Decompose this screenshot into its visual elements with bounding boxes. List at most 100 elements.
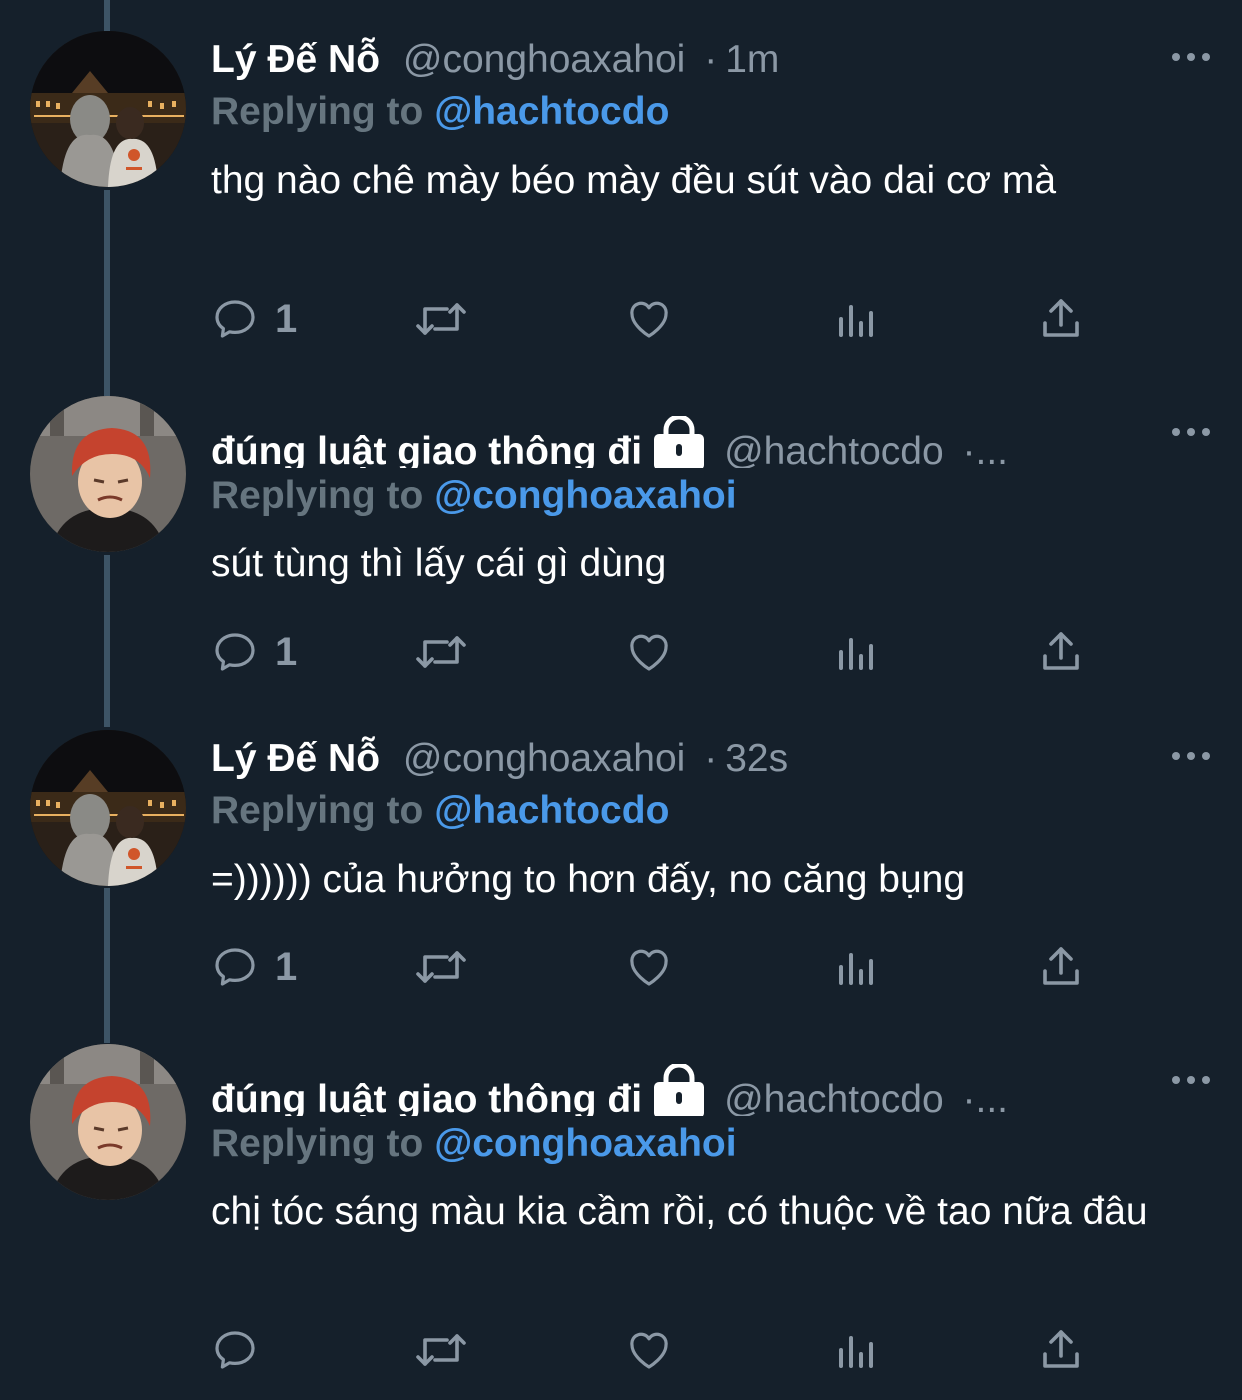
night-street-two-people-avatar-icon <box>30 31 186 187</box>
tweet[interactable]: Lý Đế Nỗ @conghoaxahoi · 1m Replying to @… <box>0 0 1242 380</box>
reply-icon <box>215 948 255 986</box>
tweet-actions: 1 <box>211 293 1091 345</box>
replying-to-mention[interactable]: @hachtocdo <box>434 90 669 133</box>
retweet-button[interactable] <box>413 293 469 345</box>
reply-icon <box>215 1331 255 1369</box>
share-button[interactable] <box>1037 941 1085 993</box>
separator-dot: · <box>704 737 718 780</box>
tweet-text: thg nào chê mày béo mày đều sút vào dai … <box>211 159 1057 202</box>
tweet-thread: Lý Đế Nỗ @conghoaxahoi · 1m Replying to @… <box>0 0 1242 1400</box>
replying-to-mention[interactable]: @conghoaxahoi <box>434 1122 736 1165</box>
replying-to-mention[interactable]: @hachtocdo <box>434 789 669 832</box>
replying-to-line: Replying to @conghoaxahoi <box>211 470 737 522</box>
replying-to-line: Replying to @conghoaxahoi <box>211 1118 737 1170</box>
heart-icon <box>630 1332 668 1369</box>
analytics-icon <box>839 953 873 985</box>
retweet-icon <box>416 636 466 668</box>
author-handle[interactable]: @hachtocdo <box>724 1078 944 1116</box>
replying-to-mention[interactable]: @conghoaxahoi <box>434 474 736 517</box>
heart-icon <box>630 301 668 338</box>
avatar[interactable] <box>30 31 186 187</box>
reply-count: 1 <box>275 944 298 989</box>
retweet-button[interactable] <box>413 941 469 993</box>
analytics-button[interactable] <box>833 941 881 993</box>
share-icon <box>1043 1330 1079 1368</box>
reply-count: 1 <box>275 296 298 341</box>
share-button[interactable] <box>1037 1324 1085 1376</box>
replying-to-prefix: Replying to <box>211 474 424 517</box>
author-name[interactable]: đúng luật giao thông đi <box>211 1078 642 1116</box>
tweet-header: Lý Đế Nỗ @conghoaxahoi · 1m <box>211 34 1122 86</box>
avatar[interactable] <box>30 1044 186 1200</box>
heart-icon <box>630 634 668 671</box>
author-name[interactable]: Lý Đế Nỗ <box>211 737 380 780</box>
timestamp[interactable]: 1m <box>725 38 779 81</box>
reply-button[interactable]: 1 <box>211 626 297 678</box>
analytics-button[interactable] <box>833 293 881 345</box>
replying-to-prefix: Replying to <box>211 1122 424 1165</box>
like-button[interactable] <box>625 626 673 678</box>
reply-button[interactable] <box>211 1324 275 1376</box>
heart-icon <box>630 949 668 986</box>
night-street-two-people-avatar-icon <box>30 730 186 886</box>
tweet-actions: 1 <box>211 626 1091 678</box>
share-icon <box>1043 299 1079 337</box>
analytics-button[interactable] <box>833 626 881 678</box>
share-icon <box>1043 632 1079 670</box>
analytics-button[interactable] <box>833 1324 881 1376</box>
like-button[interactable] <box>625 941 673 993</box>
red-hair-person-avatar-icon <box>30 1044 186 1200</box>
replying-to-line: Replying to @hachtocdo <box>211 785 669 837</box>
share-icon <box>1043 947 1079 985</box>
more-options-icon[interactable] <box>1170 744 1212 768</box>
tweet-text: chị tóc sáng màu kia cầm rồi, có thuộc v… <box>211 1190 1148 1233</box>
author-handle[interactable]: @conghoaxahoi <box>403 737 685 780</box>
more-options-icon[interactable] <box>1170 45 1212 69</box>
timestamp[interactable]: 32s <box>725 737 788 780</box>
share-button[interactable] <box>1037 626 1085 678</box>
retweet-icon <box>416 951 466 983</box>
tweet-text: =)))))) của hưởng to hơn đấy, no căng bụ… <box>211 858 966 901</box>
retweet-button[interactable] <box>413 626 469 678</box>
separator-dot: ·... <box>962 1078 1009 1116</box>
author-name[interactable]: Lý Đế Nỗ <box>211 38 380 81</box>
author-handle[interactable]: @hachtocdo <box>724 430 944 468</box>
retweet-icon <box>416 303 466 335</box>
reply-button[interactable]: 1 <box>211 293 297 345</box>
tweet[interactable]: đúng luật giao thông đi @hachtocdo ·... R… <box>0 1040 1242 1400</box>
reply-icon <box>215 300 255 338</box>
tweet[interactable]: Lý Đế Nỗ @conghoaxahoi · 32s Replying to … <box>0 710 1242 1040</box>
separator-dot: ·... <box>962 430 1009 468</box>
avatar[interactable] <box>30 396 186 552</box>
reply-button[interactable]: 1 <box>211 941 297 993</box>
replying-to-line: Replying to @hachtocdo <box>211 86 669 138</box>
tweet[interactable]: đúng luật giao thông đi @hachtocdo ·... R… <box>0 380 1242 710</box>
replying-to-prefix: Replying to <box>211 90 424 133</box>
more-options-icon[interactable] <box>1170 420 1212 444</box>
retweet-button[interactable] <box>413 1324 469 1376</box>
avatar[interactable] <box>30 730 186 886</box>
more-options-icon[interactable] <box>1170 1068 1212 1092</box>
like-button[interactable] <box>625 293 673 345</box>
analytics-icon <box>839 1336 873 1368</box>
tweet-header: đúng luật giao thông đi @hachtocdo ·... <box>211 416 1122 468</box>
tweet-header: Lý Đế Nỗ @conghoaxahoi · 32s <box>211 733 1122 785</box>
replying-to-prefix: Replying to <box>211 789 424 832</box>
reply-count: 1 <box>275 629 298 674</box>
tweet-text: sút tùng thì lấy cái gì dùng <box>211 542 667 585</box>
tweet-actions <box>211 1324 1091 1376</box>
analytics-icon <box>839 638 873 670</box>
like-button[interactable] <box>625 1324 673 1376</box>
lock-icon <box>654 416 705 468</box>
analytics-icon <box>839 305 873 337</box>
author-handle[interactable]: @conghoaxahoi <box>403 38 685 81</box>
tweet-header: đúng luật giao thông đi @hachtocdo ·... <box>211 1064 1122 1116</box>
author-name[interactable]: đúng luật giao thông đi <box>211 430 642 468</box>
reply-icon <box>215 633 255 671</box>
tweet-actions: 1 <box>211 941 1091 993</box>
separator-dot: · <box>704 38 718 81</box>
lock-icon <box>654 1064 705 1116</box>
red-hair-person-avatar-icon <box>30 396 186 552</box>
share-button[interactable] <box>1037 293 1085 345</box>
retweet-icon <box>416 1334 466 1366</box>
